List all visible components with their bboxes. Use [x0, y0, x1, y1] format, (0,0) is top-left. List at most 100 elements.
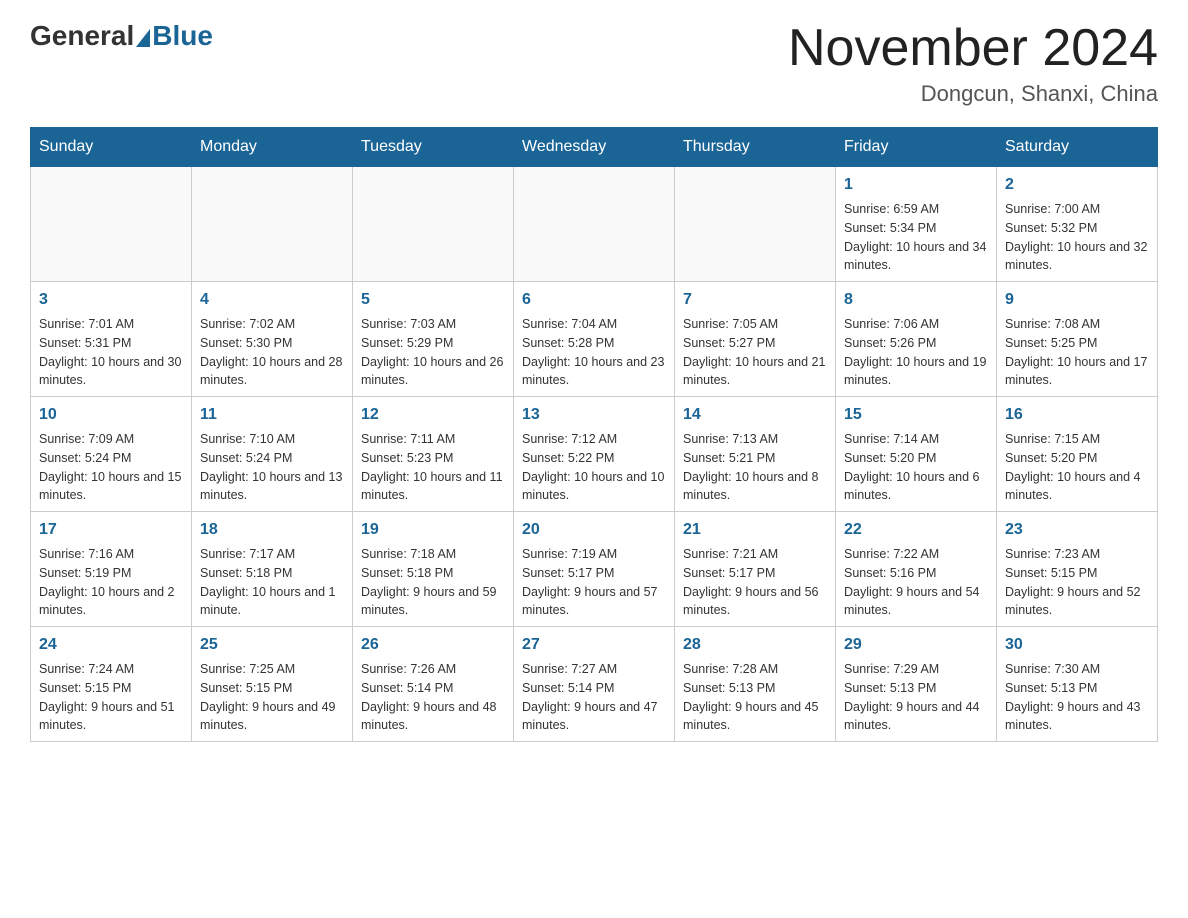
- day-info: Sunrise: 7:15 AMSunset: 5:20 PMDaylight:…: [1005, 430, 1149, 505]
- month-title: November 2024: [788, 20, 1158, 77]
- logo: General Blue: [30, 20, 213, 52]
- calendar-cell: 13Sunrise: 7:12 AMSunset: 5:22 PMDayligh…: [514, 397, 675, 512]
- day-number: 19: [361, 518, 505, 542]
- day-info: Sunrise: 7:08 AMSunset: 5:25 PMDaylight:…: [1005, 315, 1149, 390]
- day-number: 22: [844, 518, 988, 542]
- calendar-cell: 2 Sunrise: 7:00 AMSunset: 5:32 PMDaylight…: [997, 167, 1158, 282]
- location-title: Dongcun, Shanxi, China: [788, 81, 1158, 107]
- calendar-cell: 5Sunrise: 7:03 AMSunset: 5:29 PMDaylight…: [353, 282, 514, 397]
- day-number: 28: [683, 633, 827, 657]
- day-header-wednesday: Wednesday: [514, 128, 675, 167]
- day-info: Sunrise: 7:06 AMSunset: 5:26 PMDaylight:…: [844, 315, 988, 390]
- calendar-cell: 21 Sunrise: 7:21 AMSunset: 5:17 PMDayligh…: [675, 512, 836, 627]
- calendar-cell: 1 Sunrise: 6:59 AMSunset: 5:34 PMDaylight…: [836, 167, 997, 282]
- day-header-tuesday: Tuesday: [353, 128, 514, 167]
- day-number: 27: [522, 633, 666, 657]
- logo-general-text: General: [30, 20, 134, 52]
- day-number: 17: [39, 518, 183, 542]
- day-info: Sunrise: 7:17 AMSunset: 5:18 PMDaylight:…: [200, 545, 344, 620]
- day-number: 7: [683, 288, 827, 312]
- calendar-cell: 25 Sunrise: 7:25 AMSunset: 5:15 PMDayligh…: [192, 627, 353, 742]
- week-row-3: 10 Sunrise: 7:09 AMSunset: 5:24 PMDayligh…: [31, 397, 1158, 512]
- day-number: 8: [844, 288, 988, 312]
- day-number: 30: [1005, 633, 1149, 657]
- day-number: 18: [200, 518, 344, 542]
- day-number: 6: [522, 288, 666, 312]
- calendar-cell: 18 Sunrise: 7:17 AMSunset: 5:18 PMDayligh…: [192, 512, 353, 627]
- calendar-cell: 15 Sunrise: 7:14 AMSunset: 5:20 PMDayligh…: [836, 397, 997, 512]
- day-header-thursday: Thursday: [675, 128, 836, 167]
- day-info: Sunrise: 7:16 AMSunset: 5:19 PMDaylight:…: [39, 545, 183, 620]
- day-number: 16: [1005, 403, 1149, 427]
- week-row-5: 24 Sunrise: 7:24 AMSunset: 5:15 PMDayligh…: [31, 627, 1158, 742]
- calendar-cell: 10 Sunrise: 7:09 AMSunset: 5:24 PMDayligh…: [31, 397, 192, 512]
- day-number: 1: [844, 173, 988, 197]
- calendar-cell: 14 Sunrise: 7:13 AMSunset: 5:21 PMDayligh…: [675, 397, 836, 512]
- day-info: Sunrise: 7:10 AMSunset: 5:24 PMDaylight:…: [200, 430, 344, 505]
- calendar-cell: [514, 167, 675, 282]
- calendar-cell: [675, 167, 836, 282]
- calendar-cell: 29Sunrise: 7:29 AMSunset: 5:13 PMDayligh…: [836, 627, 997, 742]
- header: General Blue November 2024 Dongcun, Shan…: [30, 20, 1158, 107]
- day-info: Sunrise: 7:02 AMSunset: 5:30 PMDaylight:…: [200, 315, 344, 390]
- day-number: 4: [200, 288, 344, 312]
- calendar-cell: 28Sunrise: 7:28 AMSunset: 5:13 PMDayligh…: [675, 627, 836, 742]
- day-info: Sunrise: 7:11 AMSunset: 5:23 PMDaylight:…: [361, 430, 505, 505]
- day-number: 29: [844, 633, 988, 657]
- day-info: Sunrise: 7:13 AMSunset: 5:21 PMDaylight:…: [683, 430, 827, 505]
- day-number: 10: [39, 403, 183, 427]
- week-row-1: 1 Sunrise: 6:59 AMSunset: 5:34 PMDaylight…: [31, 167, 1158, 282]
- calendar-cell: [31, 167, 192, 282]
- day-info: Sunrise: 6:59 AMSunset: 5:34 PMDaylight:…: [844, 200, 988, 275]
- day-number: 23: [1005, 518, 1149, 542]
- calendar-cell: 6Sunrise: 7:04 AMSunset: 5:28 PMDaylight…: [514, 282, 675, 397]
- week-row-2: 3Sunrise: 7:01 AMSunset: 5:31 PMDaylight…: [31, 282, 1158, 397]
- calendar-cell: 23 Sunrise: 7:23 AMSunset: 5:15 PMDayligh…: [997, 512, 1158, 627]
- day-header-saturday: Saturday: [997, 128, 1158, 167]
- calendar-cell: 27 Sunrise: 7:27 AMSunset: 5:14 PMDayligh…: [514, 627, 675, 742]
- calendar-cell: 22Sunrise: 7:22 AMSunset: 5:16 PMDayligh…: [836, 512, 997, 627]
- day-info: Sunrise: 7:23 AMSunset: 5:15 PMDaylight:…: [1005, 545, 1149, 620]
- day-info: Sunrise: 7:12 AMSunset: 5:22 PMDaylight:…: [522, 430, 666, 505]
- day-header-sunday: Sunday: [31, 128, 192, 167]
- day-number: 15: [844, 403, 988, 427]
- day-header-friday: Friday: [836, 128, 997, 167]
- day-number: 25: [200, 633, 344, 657]
- day-info: Sunrise: 7:05 AMSunset: 5:27 PMDaylight:…: [683, 315, 827, 390]
- day-info: Sunrise: 7:14 AMSunset: 5:20 PMDaylight:…: [844, 430, 988, 505]
- day-info: Sunrise: 7:24 AMSunset: 5:15 PMDaylight:…: [39, 660, 183, 735]
- calendar-cell: 26Sunrise: 7:26 AMSunset: 5:14 PMDayligh…: [353, 627, 514, 742]
- calendar-cell: 16 Sunrise: 7:15 AMSunset: 5:20 PMDayligh…: [997, 397, 1158, 512]
- day-number: 3: [39, 288, 183, 312]
- calendar-cell: 11 Sunrise: 7:10 AMSunset: 5:24 PMDayligh…: [192, 397, 353, 512]
- calendar-cell: 12 Sunrise: 7:11 AMSunset: 5:23 PMDayligh…: [353, 397, 514, 512]
- logo-blue-text: Blue: [152, 20, 213, 52]
- day-number: 21: [683, 518, 827, 542]
- day-info: Sunrise: 7:18 AMSunset: 5:18 PMDaylight:…: [361, 545, 505, 620]
- day-number: 5: [361, 288, 505, 312]
- day-info: Sunrise: 7:21 AMSunset: 5:17 PMDaylight:…: [683, 545, 827, 620]
- day-info: Sunrise: 7:25 AMSunset: 5:15 PMDaylight:…: [200, 660, 344, 735]
- day-number: 14: [683, 403, 827, 427]
- calendar-cell: 24 Sunrise: 7:24 AMSunset: 5:15 PMDayligh…: [31, 627, 192, 742]
- calendar-cell: 3Sunrise: 7:01 AMSunset: 5:31 PMDaylight…: [31, 282, 192, 397]
- day-number: 11: [200, 403, 344, 427]
- day-info: Sunrise: 7:27 AMSunset: 5:14 PMDaylight:…: [522, 660, 666, 735]
- day-number: 24: [39, 633, 183, 657]
- calendar-cell: 20Sunrise: 7:19 AMSunset: 5:17 PMDayligh…: [514, 512, 675, 627]
- day-number: 2: [1005, 173, 1149, 197]
- calendar-table: SundayMondayTuesdayWednesdayThursdayFrid…: [30, 127, 1158, 742]
- day-header-monday: Monday: [192, 128, 353, 167]
- day-info: Sunrise: 7:00 AMSunset: 5:32 PMDaylight:…: [1005, 200, 1149, 275]
- calendar-cell: 4 Sunrise: 7:02 AMSunset: 5:30 PMDaylight…: [192, 282, 353, 397]
- day-number: 12: [361, 403, 505, 427]
- logo-triangle-icon: [136, 29, 150, 47]
- day-info: Sunrise: 7:19 AMSunset: 5:17 PMDaylight:…: [522, 545, 666, 620]
- title-area: November 2024 Dongcun, Shanxi, China: [788, 20, 1158, 107]
- day-info: Sunrise: 7:09 AMSunset: 5:24 PMDaylight:…: [39, 430, 183, 505]
- calendar-cell: 8 Sunrise: 7:06 AMSunset: 5:26 PMDaylight…: [836, 282, 997, 397]
- calendar-cell: [353, 167, 514, 282]
- calendar-cell: [192, 167, 353, 282]
- days-header-row: SundayMondayTuesdayWednesdayThursdayFrid…: [31, 128, 1158, 167]
- calendar-cell: 30Sunrise: 7:30 AMSunset: 5:13 PMDayligh…: [997, 627, 1158, 742]
